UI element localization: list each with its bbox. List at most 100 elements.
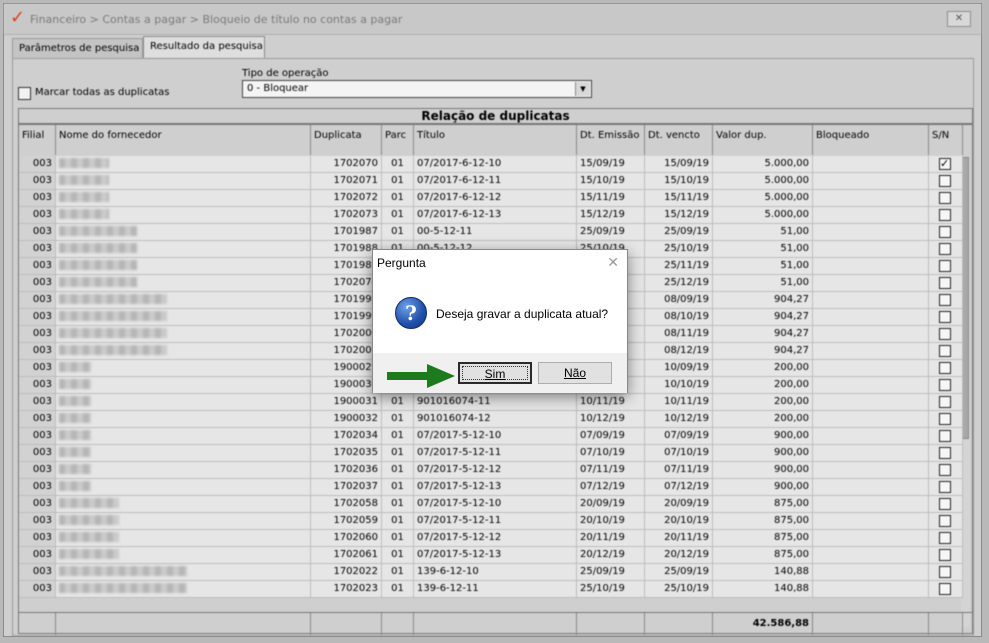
table-row[interactable]: 003 1702060 01 07/2017-5-12-12 20/11/19 20/11… xyxy=(19,530,963,547)
cell-duplicata: 1702023 xyxy=(311,581,382,598)
row-checkbox[interactable] xyxy=(939,192,951,204)
row-checkbox[interactable] xyxy=(939,515,951,527)
dialog-close-icon[interactable]: ✕ xyxy=(607,254,619,271)
table-row[interactable]: 003 1702037 01 07/2017-5-12-13 07/12/19 07/12… xyxy=(19,479,963,496)
table-row[interactable]: 003 1702035 01 07/2017-5-12-11 07/10/19 07/10… xyxy=(19,445,963,462)
header-duplicata[interactable]: Duplicata xyxy=(311,125,382,155)
cell-titulo: 07/2017-6-12-11 xyxy=(414,173,577,190)
yes-button[interactable]: Sim xyxy=(458,362,532,384)
row-checkbox[interactable] xyxy=(939,430,951,442)
header-sn[interactable]: S/N xyxy=(929,125,963,155)
table-row[interactable]: 003 1702036 01 07/2017-5-12-12 07/11/19 07/11… xyxy=(19,462,963,479)
close-icon[interactable]: ✕ xyxy=(947,11,971,27)
redacted-name xyxy=(59,447,91,457)
cell-parc: 01 xyxy=(382,224,414,241)
header-valor[interactable]: Valor dup. xyxy=(713,125,813,155)
row-checkbox[interactable] xyxy=(939,413,951,425)
header-vencto[interactable]: Dt. vencto xyxy=(645,125,713,155)
row-checkbox[interactable] xyxy=(939,311,951,323)
cell-parc: 01 xyxy=(382,462,414,479)
table-row[interactable]: 003 1702073 01 07/2017-6-12-13 15/12/19 15/12… xyxy=(19,207,963,224)
cell-fornecedor-redacted xyxy=(56,224,311,241)
cell-vencto: 07/12/19 xyxy=(645,479,713,496)
table-row[interactable]: 003 1702023 01 139-6-12-11 25/10/19 25/10/19 1… xyxy=(19,581,963,598)
cell-vencto: 20/12/19 xyxy=(645,547,713,564)
row-checkbox[interactable] xyxy=(939,362,951,374)
header-filial[interactable]: Filial xyxy=(19,125,56,155)
header-titulo[interactable]: Título xyxy=(414,125,577,155)
cell-fornecedor-redacted xyxy=(56,547,311,564)
cell-emissao: 10/12/19 xyxy=(577,411,645,428)
table-row[interactable]: 003 1702034 01 07/2017-5-12-10 07/09/19 07/09… xyxy=(19,428,963,445)
total-cell xyxy=(311,613,382,635)
table-row[interactable]: 003 1702071 01 07/2017-6-12-11 15/10/19 15/10… xyxy=(19,173,963,190)
pointer-arrow-icon xyxy=(387,364,455,388)
dialog-title: Pergunta xyxy=(377,256,426,270)
row-checkbox[interactable] xyxy=(939,328,951,340)
table-row[interactable]: 003 1702061 01 07/2017-5-12-13 20/12/19 20/12… xyxy=(19,547,963,564)
cell-bloqueado xyxy=(813,156,929,173)
row-checkbox[interactable] xyxy=(939,583,951,595)
cell-sn xyxy=(929,224,963,241)
table-row[interactable]: 003 1900031 01 901016074-11 10/11/19 10/11/19… xyxy=(19,394,963,411)
total-cell xyxy=(813,613,929,635)
row-checkbox[interactable] xyxy=(939,481,951,493)
cell-valor: 51,00 xyxy=(713,241,813,258)
table-row[interactable]: 003 1702059 01 07/2017-5-12-11 20/10/19 20/10… xyxy=(19,513,963,530)
cell-sn xyxy=(929,496,963,513)
tipo-operacao-select[interactable]: 0 - Bloquear ▼ xyxy=(242,80,592,98)
row-checkbox[interactable] xyxy=(939,498,951,510)
cell-parc: 01 xyxy=(382,207,414,224)
table-row[interactable]: 003 1900032 01 901016074-12 10/12/19 10/12/19… xyxy=(19,411,963,428)
cell-sn xyxy=(929,275,963,292)
table-row[interactable]: 003 1702022 01 139-6-12-10 25/09/19 25/09/19 1… xyxy=(19,564,963,581)
row-checkbox[interactable] xyxy=(939,209,951,221)
redacted-name xyxy=(59,226,137,236)
cell-valor: 875,00 xyxy=(713,547,813,564)
redacted-name xyxy=(59,277,137,287)
header-emissao[interactable]: Dt. Emissão xyxy=(577,125,645,155)
cell-bloqueado xyxy=(813,530,929,547)
table-row[interactable]: 003 1702058 01 07/2017-5-12-10 20/09/19 20/09… xyxy=(19,496,963,513)
cell-bloqueado xyxy=(813,462,929,479)
cell-filial: 003 xyxy=(19,326,56,343)
row-checkbox[interactable] xyxy=(939,566,951,578)
row-checkbox[interactable] xyxy=(939,464,951,476)
cell-emissao: 07/12/19 xyxy=(577,479,645,496)
cell-filial: 003 xyxy=(19,377,56,394)
row-checkbox[interactable] xyxy=(939,226,951,238)
row-checkbox[interactable] xyxy=(939,156,951,172)
cell-filial: 003 xyxy=(19,530,56,547)
header-parc[interactable]: Parc xyxy=(382,125,414,155)
row-checkbox[interactable] xyxy=(939,532,951,544)
header-fornecedor[interactable]: Nome do fornecedor xyxy=(56,125,311,155)
row-checkbox[interactable] xyxy=(939,549,951,561)
cell-fornecedor-redacted xyxy=(56,513,311,530)
no-button[interactable]: Não xyxy=(538,362,612,384)
cell-valor: 5.000,00 xyxy=(713,207,813,224)
cell-filial: 003 xyxy=(19,547,56,564)
mark-all-checkbox[interactable] xyxy=(18,87,31,100)
cell-bloqueado xyxy=(813,564,929,581)
cell-filial: 003 xyxy=(19,241,56,258)
table-row[interactable]: 003 1702072 01 07/2017-6-12-12 15/11/19 15/11… xyxy=(19,190,963,207)
row-checkbox[interactable] xyxy=(939,345,951,357)
row-checkbox[interactable] xyxy=(939,175,951,187)
row-checkbox[interactable] xyxy=(939,396,951,408)
tab-parametros[interactable]: Parâmetros de pesquisa xyxy=(12,38,143,58)
row-checkbox[interactable] xyxy=(939,379,951,391)
row-checkbox[interactable] xyxy=(939,447,951,459)
tab-resultado[interactable]: Resultado da pesquisa xyxy=(143,36,265,58)
row-checkbox[interactable] xyxy=(939,243,951,255)
header-bloqueado[interactable]: Bloqueado xyxy=(813,125,929,155)
table-row[interactable]: 003 1701987 01 00-5-12-11 25/09/19 25/09/19 51… xyxy=(19,224,963,241)
row-checkbox[interactable] xyxy=(939,277,951,289)
chevron-down-icon[interactable]: ▼ xyxy=(575,82,590,96)
cell-sn xyxy=(929,190,963,207)
table-row[interactable]: 003 1702070 01 07/2017-6-12-10 15/09/19 15/09… xyxy=(19,156,963,173)
row-checkbox[interactable] xyxy=(939,294,951,306)
scrollbar-thumb[interactable] xyxy=(962,157,969,439)
row-checkbox[interactable] xyxy=(939,260,951,272)
cell-sn xyxy=(929,479,963,496)
cell-filial: 003 xyxy=(19,445,56,462)
